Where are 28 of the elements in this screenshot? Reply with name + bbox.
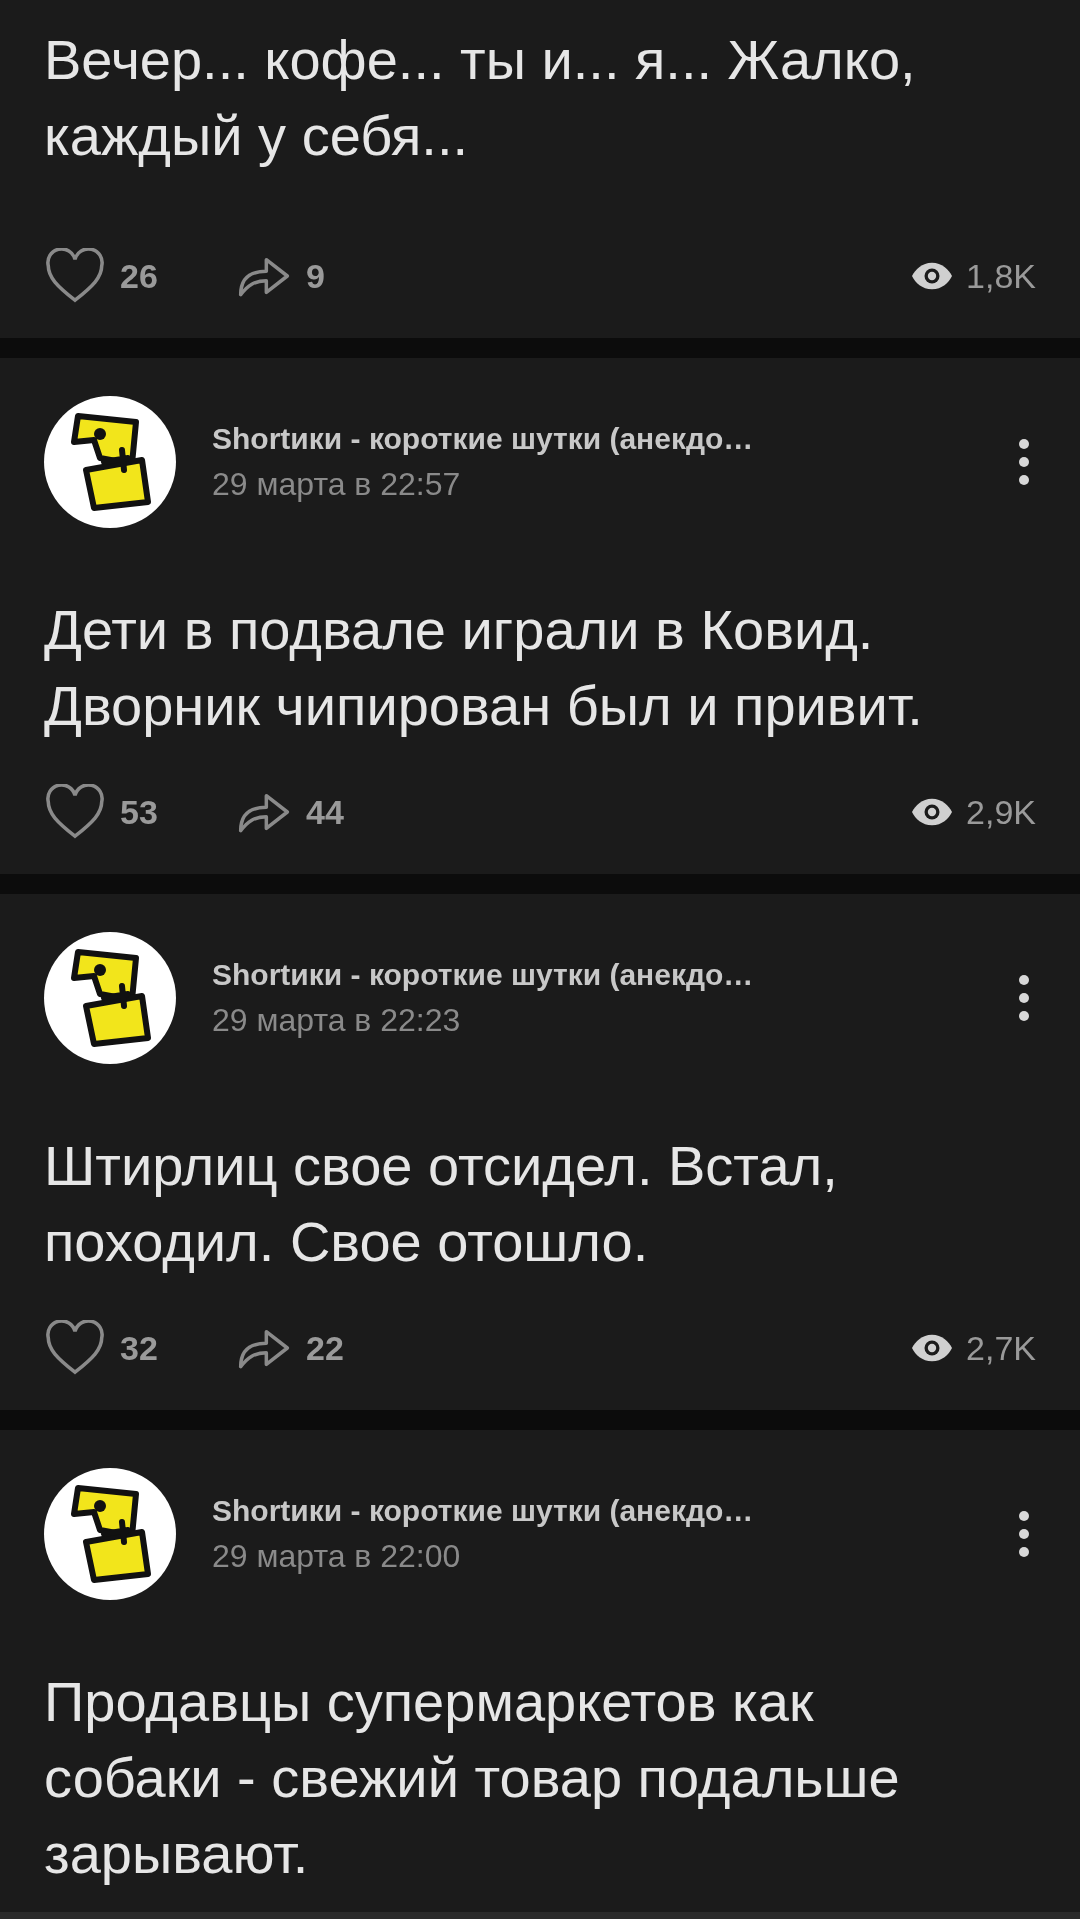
like-count: 26: [120, 255, 159, 297]
share-count: 9: [306, 255, 325, 297]
author-name[interactable]: Shortики - короткие шутки (анекдо…: [212, 1491, 1018, 1531]
heart-icon[interactable]: [44, 784, 106, 840]
more-options-icon[interactable]: [1018, 438, 1030, 486]
heart-icon[interactable]: [44, 248, 106, 304]
view-count: 2,9K: [966, 791, 1036, 833]
author-name[interactable]: Shortики - короткие шутки (анекдо…: [212, 419, 1018, 459]
heart-icon[interactable]: [44, 1320, 106, 1376]
post-text: Штирлиц свое отсидел. Встал, походил. Свое отошло.: [44, 1133, 839, 1275]
post-date: 29 марта в 22:23: [212, 1001, 462, 1040]
eye-icon: [912, 798, 953, 826]
more-options-icon[interactable]: [1018, 1510, 1030, 1558]
author-name[interactable]: Shortики - короткие шутки (анекдо…: [212, 955, 1018, 995]
post-date: 29 марта в 22:00: [212, 1537, 462, 1576]
post-text: Продавцы супермаркетов как собаки - свежий товар подальше зарывают.: [44, 1669, 901, 1887]
share-count: 22: [306, 1327, 344, 1369]
eye-icon: [912, 262, 953, 290]
more-options-icon[interactable]: [1018, 974, 1030, 1022]
post-text: Дети в подвале играли в Ковид. Дворник чипирован был и привит.: [44, 597, 924, 739]
post-text: Вечер... кофе... ты и... я... Жалко, каждый у себя...: [44, 27, 917, 169]
post-date: 29 марта в 22:57: [212, 465, 462, 504]
like-count: 32: [120, 1327, 159, 1369]
eye-icon: [912, 1334, 953, 1362]
view-count: 2,7K: [966, 1327, 1036, 1369]
like-count: 53: [120, 791, 159, 833]
share-count: 44: [306, 791, 344, 833]
view-count: 1,8K: [966, 255, 1036, 297]
